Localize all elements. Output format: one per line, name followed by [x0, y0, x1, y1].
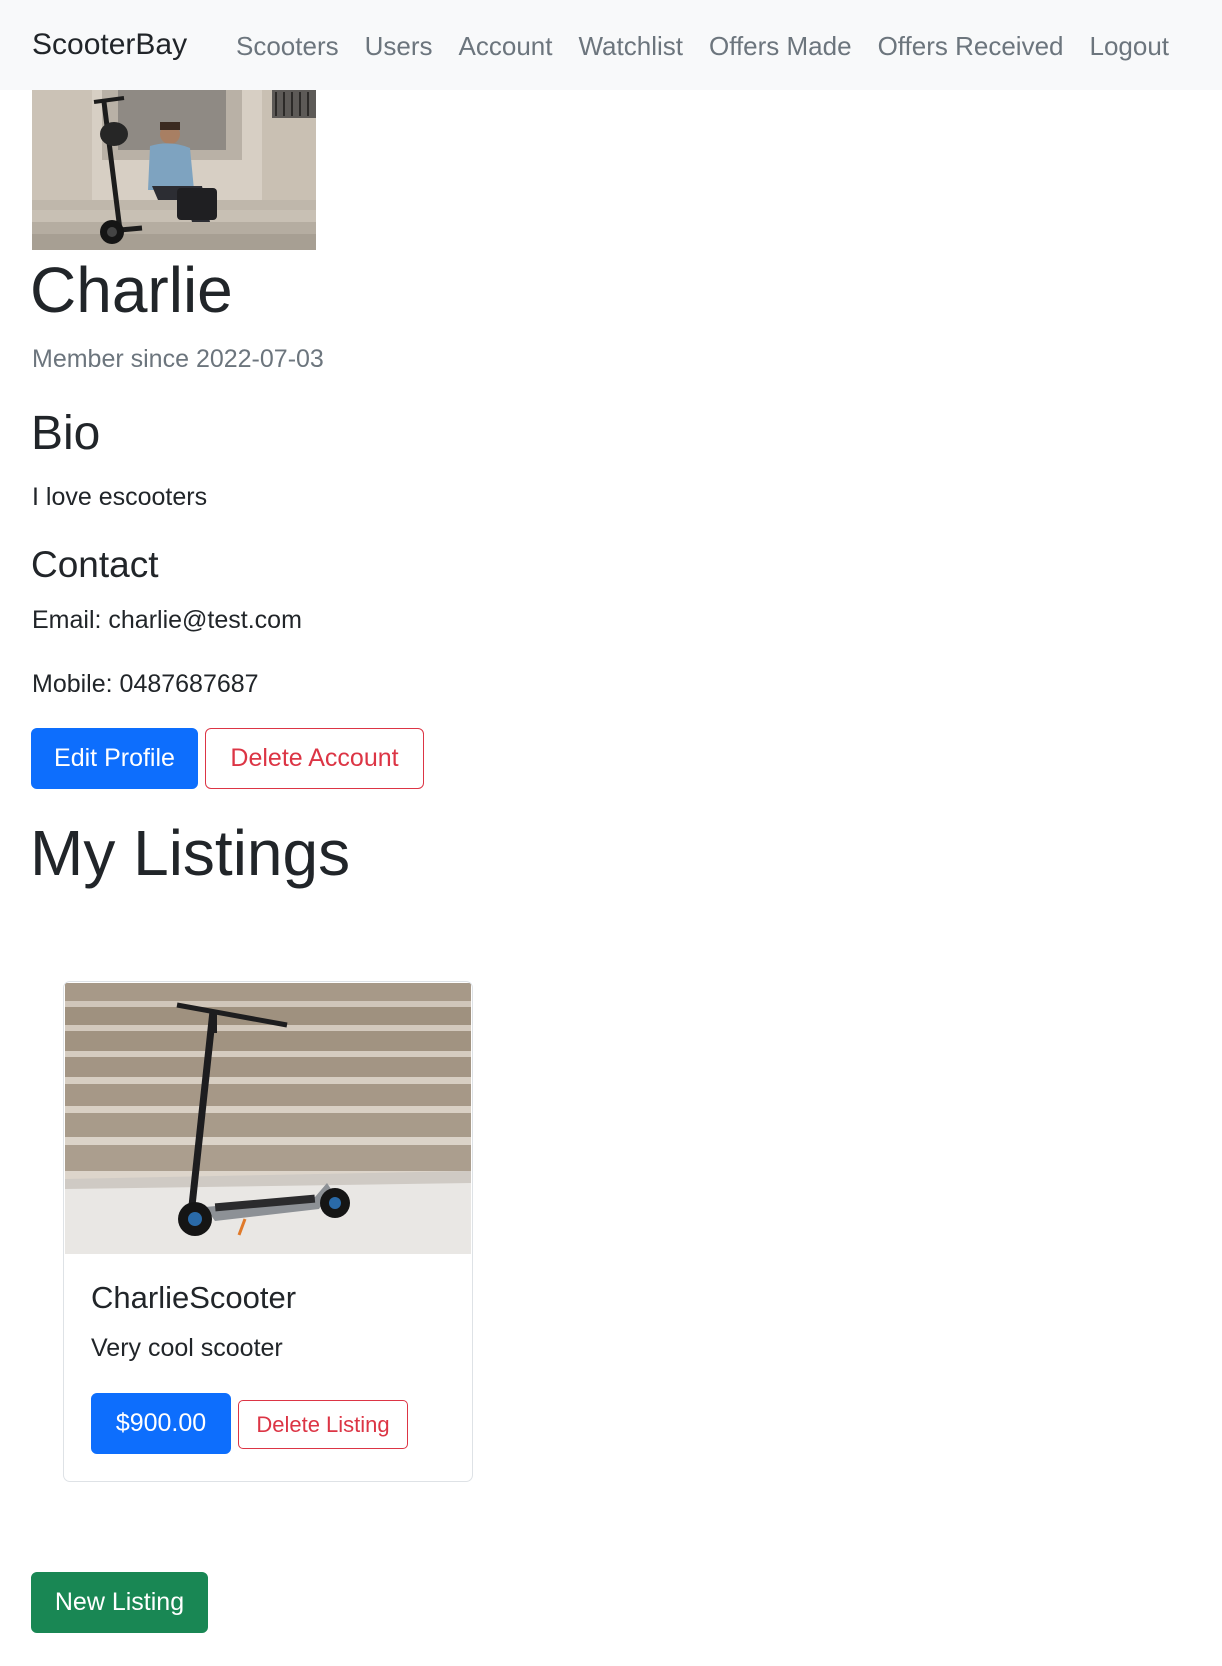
nav-link-logout[interactable]: Logout [1090, 28, 1170, 64]
brand-link[interactable]: ScooterBay [32, 26, 187, 64]
nav-link-watchlist[interactable]: Watchlist [578, 28, 683, 64]
member-since: Member since 2022-07-03 [32, 345, 324, 373]
bio-text: I love escooters [32, 483, 208, 511]
listing-description: Very cool scooter [91, 1334, 283, 1362]
contact-email: Email: charlie@test.com [32, 606, 302, 634]
listing-price-button[interactable]: $900.00 [91, 1393, 231, 1454]
listing-title: CharlieScooter [91, 1280, 297, 1315]
delete-account-button[interactable]: Delete Account [205, 728, 424, 789]
navbar: ScooterBay Scooters Users Account Watchl… [0, 0, 1222, 90]
contact-mobile: Mobile: 0487687687 [32, 670, 259, 698]
profile-photo [32, 90, 316, 250]
listing-image [65, 983, 471, 1254]
bio-heading: Bio [31, 407, 101, 460]
my-listings-heading: My Listings [30, 817, 351, 889]
nav-link-account[interactable]: Account [459, 28, 553, 64]
nav-link-scooters[interactable]: Scooters [236, 28, 339, 64]
profile-name: Charlie [30, 254, 233, 326]
nav-link-users[interactable]: Users [365, 28, 433, 64]
nav-links: Scooters Users Account Watchlist Offers … [236, 28, 1195, 64]
edit-profile-button[interactable]: Edit Profile [31, 728, 198, 789]
listing-card: CharlieScooter Very cool scooter $900.00… [63, 981, 473, 1482]
new-listing-button[interactable]: New Listing [31, 1572, 208, 1633]
nav-link-offers-received[interactable]: Offers Received [878, 28, 1064, 64]
delete-listing-button[interactable]: Delete Listing [238, 1400, 408, 1449]
nav-link-offers-made[interactable]: Offers Made [709, 28, 852, 64]
contact-heading: Contact [31, 544, 159, 585]
